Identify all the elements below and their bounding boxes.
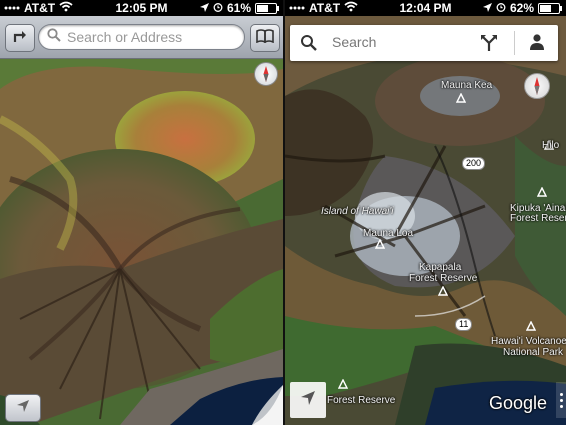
person-icon <box>528 34 546 55</box>
alarm-clock-icon <box>496 1 506 15</box>
battery-level-fill <box>257 4 268 12</box>
map-label-kipuka-line2[interactable]: Forest Reserve <box>510 213 566 224</box>
map-label-island[interactable]: Island of Hawai'i <box>321 206 394 217</box>
compass-icon <box>525 77 549 102</box>
search-separator <box>514 31 515 55</box>
compass-button[interactable] <box>524 73 550 99</box>
location-arrow-icon <box>300 390 316 411</box>
directions-button[interactable] <box>5 24 35 52</box>
more-dots-icon <box>559 404 563 408</box>
search-card[interactable] <box>290 25 558 61</box>
search-input[interactable] <box>65 28 239 46</box>
route-shield-11[interactable]: 11 <box>455 318 473 331</box>
battery-percent: 62% <box>509 1 534 15</box>
bookmarks-book-icon <box>256 28 274 48</box>
search-field[interactable] <box>38 24 245 50</box>
battery-icon <box>538 2 562 14</box>
google-maps-screen: AT&T 12:04 PM 62% Search Mauna Kea 200 H… <box>285 0 566 425</box>
directions-button[interactable] <box>480 34 498 57</box>
apple-maps-screen: AT&T 12:05 PM 61% <box>0 0 283 425</box>
map-label-bottom-reserve[interactable]: Forest Reserve <box>327 395 395 406</box>
search-input[interactable] <box>330 33 474 51</box>
location-services-icon <box>482 1 492 15</box>
search-icon[interactable] <box>300 34 318 57</box>
screenshot-comparison: AT&T 12:05 PM 61% Search or Address AT&T… <box>0 0 566 425</box>
compass-icon <box>255 66 277 89</box>
battery-percent: 61% <box>226 1 251 15</box>
status-right: 62% <box>482 1 562 15</box>
search-icon <box>47 27 61 47</box>
current-location-button[interactable] <box>290 382 326 418</box>
alarm-clock-icon <box>213 1 223 15</box>
map-label-hvnp-line2[interactable]: National Park <box>503 347 563 358</box>
more-dots-icon <box>559 392 563 396</box>
route-shield-200[interactable]: 200 <box>462 157 486 170</box>
map-label-kapapala-line1[interactable]: Kapapala <box>419 262 461 273</box>
map-label-kapapala-line2[interactable]: Forest Reserve <box>409 273 477 284</box>
search-toolbar <box>0 16 283 59</box>
battery-icon <box>255 2 279 14</box>
compass-button[interactable] <box>254 62 278 86</box>
battery-level-fill <box>540 4 552 12</box>
location-services-icon <box>199 1 209 15</box>
map-label-hilo[interactable]: Hilo <box>542 140 559 151</box>
location-arrow-icon <box>16 399 30 418</box>
satellite-map-left[interactable] <box>0 59 283 425</box>
more-dots-icon <box>559 398 563 402</box>
current-location-button[interactable] <box>5 394 41 422</box>
status-bar: AT&T 12:04 PM 62% <box>285 0 566 16</box>
page-curl-icon[interactable] <box>252 385 283 425</box>
google-logo: Google <box>489 393 548 413</box>
map-label-hvnp-line1[interactable]: Hawai'i Volcanoes <box>491 336 566 347</box>
status-bar: AT&T 12:05 PM 61% <box>0 0 283 16</box>
status-right: 61% <box>199 1 279 15</box>
more-options-button[interactable] <box>556 382 566 418</box>
directions-arrow-icon <box>12 29 28 48</box>
bookmarks-button[interactable] <box>250 24 280 52</box>
account-button[interactable] <box>528 33 546 56</box>
map-label-mauna-loa[interactable]: Mauna Loa <box>363 228 413 239</box>
map-label-mauna-kea[interactable]: Mauna Kea <box>441 80 492 91</box>
directions-fork-icon <box>480 35 498 56</box>
